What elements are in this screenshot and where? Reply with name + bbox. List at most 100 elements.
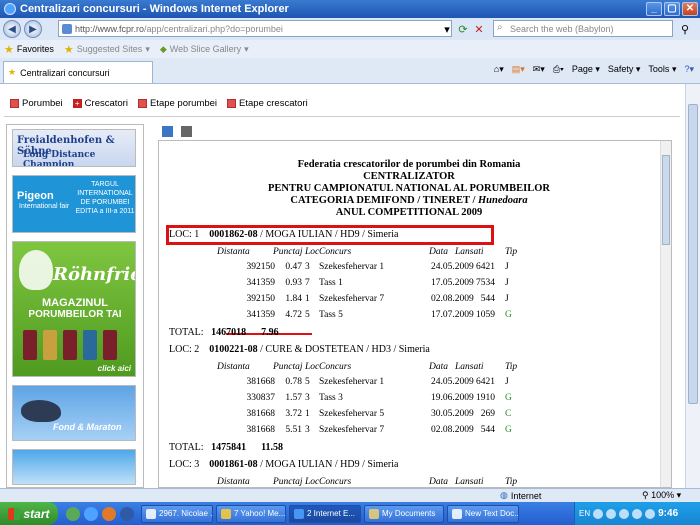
help-icon[interactable]: ?▾ (684, 64, 694, 75)
back-button[interactable]: ◀ (3, 20, 21, 38)
table-cell: 392150 (246, 294, 276, 304)
table-cell: 3 (305, 425, 310, 435)
ad2-logo: Pigeon (17, 190, 54, 202)
table-cell: Szekesfehervar 1 (319, 262, 385, 272)
task-internet-explorer[interactable]: 2 Internet E... (289, 504, 361, 523)
favorites-bar: ★ Favorites ★ Suggested Sites ▾ ◆ Web Slice… (0, 40, 700, 58)
task-yahoo[interactable]: 7 Yahoo! Me... (216, 504, 286, 523)
table-cell: 5 (305, 377, 310, 387)
table-cell: Szekesfehervar 7 (319, 425, 385, 435)
tray-icon[interactable] (632, 508, 643, 519)
table-cell: J (505, 278, 509, 288)
quicklaunch-firefox-icon[interactable] (102, 506, 116, 521)
web-slice-link[interactable]: ◆ Web Slice Gallery ▾ (160, 44, 249, 55)
table-cell: 24.05.2009 (431, 377, 474, 387)
stop-icon[interactable]: ✕ (472, 22, 486, 36)
zoom-icon: ⚲ (642, 490, 649, 500)
column-header: Distanta (217, 362, 250, 372)
ring-number: 0001861-08 (209, 459, 258, 470)
task-nicolae[interactable]: 2967. Nicolae ... (141, 504, 213, 523)
ad-banner[interactable] (12, 449, 136, 485)
table-cell: 24.05.2009 (431, 262, 474, 272)
zoom-control[interactable]: ⚲ 100% ▾ (642, 490, 681, 501)
menu-crescatori[interactable]: + Crescatori (72, 98, 128, 109)
table-cell: J (505, 294, 509, 304)
home-icon[interactable]: ⌂▾ (494, 64, 504, 75)
table-cell: 7 (305, 278, 310, 288)
address-bar-row: ◀ ▶ http://www.fcpr.ro/app/centralizari.… (0, 18, 700, 40)
table-cell: 1910 (476, 393, 495, 403)
search-go-icon[interactable]: ⚲ (678, 22, 692, 36)
quicklaunch-icon[interactable] (120, 506, 134, 521)
search-input[interactable]: ⌕ Search the web (Babylon) (493, 20, 673, 37)
product-icon (63, 330, 77, 360)
zoom-label: 100% (651, 490, 675, 500)
address-path: /app/centralizari.php?do=porumbei (144, 23, 283, 34)
menu-etape-porumbei[interactable]: Etape porumbei (137, 98, 217, 109)
column-header: Tip (505, 477, 518, 487)
report-federation: Federatia crescatorilor de porumbei din … (297, 159, 521, 170)
slice-icon: ◆ (159, 43, 167, 54)
page-scroll-thumb[interactable] (688, 104, 698, 404)
maximize-button[interactable]: ▢ (664, 2, 680, 16)
address-host: http://www.fcpr.ro (75, 23, 145, 34)
suggested-sites-link[interactable]: ★ Suggested Sites ▾ (64, 43, 150, 56)
page-scrollbar[interactable] (685, 84, 700, 488)
tools-menu[interactable]: Tools ▾ (648, 64, 676, 75)
quicklaunch-ie-icon[interactable] (84, 506, 98, 521)
print-icon[interactable] (181, 126, 192, 137)
report-region: Hunedoara (477, 195, 528, 206)
safety-menu-label: Safety (607, 64, 634, 74)
table-cell: 341359 (246, 278, 276, 288)
page-icon (62, 24, 72, 34)
favorites-button[interactable]: ★ Favorites (4, 43, 54, 56)
zone-indicator: ◍ Internet (500, 490, 541, 501)
table-cell: 1059 (476, 310, 495, 320)
language-indicator[interactable]: EN (579, 509, 590, 518)
ad-freialdenhofen[interactable]: Freialdenhofen & Söhne Long Distance Cha… (12, 129, 136, 167)
loc-label: LOC: 2 (169, 344, 200, 355)
tab-centralizari[interactable]: ★ Centralizari concursuri (3, 61, 153, 83)
ad-rohnfried[interactable]: Röhnfried MAGAZINUL PORUMBEILOR TAI clic… (12, 241, 136, 377)
safety-menu[interactable]: Safety ▾ (608, 64, 641, 75)
menu-porumbei[interactable]: Porumbei (10, 98, 63, 109)
column-header: Concurs (319, 477, 352, 487)
report-frame: Federatia crescatorilor de porumbei din … (158, 140, 672, 488)
column-header: Data (429, 477, 448, 487)
address-input[interactable]: http://www.fcpr.ro/app/centralizari.php?… (58, 20, 452, 37)
pigeon-icon (19, 250, 53, 290)
product-icon (23, 330, 37, 360)
mail-icon[interactable]: ✉▾ (533, 64, 545, 75)
menu-etape-crescatori[interactable]: Etape crescatori (227, 98, 308, 109)
task-notepad[interactable]: New Text Doc... (447, 504, 519, 523)
start-label: start (23, 506, 50, 521)
report-scroll-thumb[interactable] (662, 155, 670, 245)
ad-pigeon-fair[interactable]: Pigeon International fair TARGUL INTERNA… (12, 175, 136, 233)
report-scrollbar[interactable] (660, 141, 671, 487)
tray-icon[interactable] (606, 508, 617, 519)
minimize-button[interactable]: _ (646, 2, 662, 16)
print-icon[interactable]: ⎙▾ (553, 64, 564, 75)
system-tray: EN 9:46 (574, 502, 700, 525)
ad-fond-maraton[interactable]: Fond & Maraton (12, 385, 136, 441)
entry-header: LOC: 2 0100221-08 / CURE & DOSTETEAN / H… (169, 344, 430, 355)
page-menu[interactable]: Page ▾ (572, 64, 600, 75)
feeds-icon[interactable]: ▤▾ (512, 64, 525, 75)
volume-icon[interactable] (645, 508, 656, 519)
close-button[interactable]: ✕ (682, 2, 698, 16)
start-button[interactable]: start (0, 502, 58, 525)
window-titlebar: Centralizari concursuri - Windows Intern… (0, 0, 700, 18)
task-my-documents[interactable]: My Documents (364, 504, 444, 523)
table-cell: 392150 (246, 262, 276, 272)
tray-icon[interactable] (593, 508, 604, 519)
table-cell: J (505, 377, 509, 387)
quicklaunch-icon[interactable] (66, 506, 80, 521)
refresh-icon[interactable]: ⟳ (456, 22, 470, 36)
search-icon: ⌕ (497, 22, 503, 33)
forward-button[interactable]: ▶ (24, 20, 42, 38)
dropdown-icon[interactable]: ▾ (440, 22, 454, 36)
export-icon[interactable] (162, 126, 173, 137)
table-cell: 269 (480, 409, 495, 419)
ad3-line1: MAGAZINUL (42, 297, 108, 309)
tray-icon[interactable] (619, 508, 630, 519)
